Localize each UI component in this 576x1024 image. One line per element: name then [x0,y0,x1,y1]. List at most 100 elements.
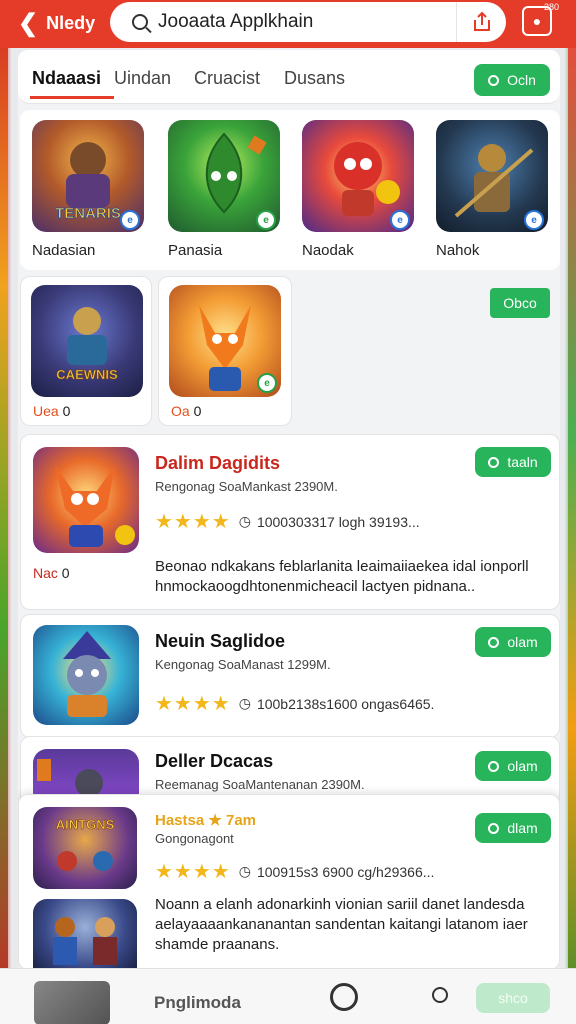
list-item-1[interactable]: Nac 0 Dalim Dagidits Rengonag SoaMankast… [20,434,560,610]
grid-card-6[interactable]: e Oa 0 [158,276,292,426]
army-art-icon: AINTGNS [56,817,115,871]
list-item-4-button-label: dlam [507,820,538,836]
back-label: Nledy [46,12,96,33]
game-tile-4-name[interactable]: Nahok [436,242,479,259]
list-item-2-rating: ★★★★ ◷ 100b2138s1600 ongas6465. [155,691,434,716]
game-tile-3-image[interactable]: e [302,120,414,232]
clock-icon: ◷ [238,695,251,711]
list-item-1-description: Beonao ndkakans feblarlanita leaimaiiaek… [155,558,529,595]
list-item-1-subtitle: Rengonag SoaMankast 2390M. [155,479,338,494]
tab-3[interactable]: Cruacist [194,68,260,89]
download-icon [488,456,500,468]
wizard-cat-icon [63,631,111,717]
list-item-1-rating: ★★★★ ◷ 1000303317 logh 39193... [155,509,420,534]
bottom-label: Pnglimoda [154,993,241,1012]
heroes-group-icon [53,917,117,965]
bottom-action-label: shco [498,990,528,1006]
list-item-4-screenshot [33,899,137,969]
list-item-4-image: AINTGNS [33,807,137,889]
bottom-action-button[interactable]: shco [476,983,550,1013]
list-item-3-subtitle: Reemanag SoaMantenanan 2390M. [155,777,365,792]
bag-icon: ● [532,13,542,29]
list-item-3-button-label: olam [507,758,538,774]
bottom-bar: Pnglimoda shco [0,968,576,1024]
share-icon [473,11,490,31]
rating-stars-icon: ★★★★ [155,511,231,533]
tab-2[interactable]: Uindan [114,68,171,89]
tile-3-badge-icon: e [390,210,410,230]
grid-action-button[interactable]: Obco [490,288,550,318]
bottom-thumbnail[interactable] [34,981,110,1024]
search-value: Jooaata Applkhain [158,11,314,32]
tile-6-tag: Oa 0 [171,403,202,419]
game-tile-1-image[interactable]: TENARIS e [32,120,144,232]
back-arrow-icon: ❮ [18,9,39,37]
list-item-4-description: Noann a elanh adonarkinh vionian sariil … [155,896,528,953]
game-tile-1-name[interactable]: Nadasian [32,242,95,259]
list-item-4-art-text: AINTGNS [56,817,115,832]
top-bar: ❮ Nledy Jooaata Applkhain ● 280 [0,0,576,48]
game-tile-3-name[interactable]: Naodak [302,242,354,259]
list-item-1-button-label: taaln [507,454,538,470]
list-item-1-button[interactable]: taaln [475,447,551,477]
profile-icon[interactable] [432,987,448,1003]
list-item-3-button[interactable]: olam [475,751,551,781]
list-item-2[interactable]: Neuin Saglidoe Kengonag SoaManast 1299M.… [20,614,560,738]
list-item-1-image [33,447,139,553]
list-item-2-button-label: olam [507,634,538,650]
tabs-action-button[interactable]: Ocln [474,64,550,96]
download-icon [488,822,500,834]
tile-5-tag: Uea 0 [33,403,71,419]
clock-icon: ◷ [238,513,251,529]
list-item-2-button[interactable]: olam [475,627,551,657]
rating-stars-icon: ★★★★ [155,693,231,715]
list-item-4-rating-text: 100915s3 6900 cg/h29366... [256,863,435,880]
list-item-2-subtitle: Kengonag SoaManast 1299M. [155,657,331,672]
list-item-4[interactable]: AINTGNS Hastsa ★ 7am Gongonagont ★★★★ ◷ … [18,794,560,970]
tabs-action-label: Ocln [507,72,536,88]
tile-4-badge-icon: e [524,210,544,230]
right-edge-strip [568,40,576,1024]
game-tile-5-image: CAEWNIS [31,285,143,397]
game-tile-4-image[interactable]: e [436,120,548,232]
download-icon [488,74,500,86]
download-icon [488,760,500,772]
tile-1-badge-icon: e [120,210,140,230]
home-circle-icon[interactable] [330,983,358,1011]
featured-grid: TENARIS e Nadasian e Panasia e Naodak e … [20,110,560,270]
list-item-1-title: Dalim Dagidits [155,453,281,473]
tab-4[interactable]: Dusans [284,68,345,89]
search-input[interactable]: Jooaata Applkhain [110,2,506,42]
main-panel: Ndaaasi Uindan Cruacist Dusans Ocln TENA… [18,50,560,1024]
left-edge-strip [0,40,8,1024]
list-item-2-image [33,625,139,725]
grid-card-5[interactable]: CAEWNIS Uea 0 [20,276,152,426]
tile-5-art-text: CAEWNIS [56,367,118,382]
share-button[interactable] [456,2,506,42]
grid-action-label: Obco [503,295,537,311]
fox-warrior-icon [55,465,135,547]
tab-1[interactable]: Ndaaasi [32,68,101,89]
download-icon [488,636,500,648]
list-item-4-subtitle: Gongonagont [155,831,234,846]
list-item-3-title: Deller Dcacas [155,751,274,771]
list-item-1-rating-text: 1000303317 logh 39193... [256,513,420,530]
search-icon [132,14,148,30]
clock-icon: ◷ [238,863,251,879]
tile-6-badge-icon: e [257,373,277,393]
game-tile-2-image[interactable]: e [168,120,280,232]
tile-2-badge-icon: e [256,210,276,230]
rating-stars-icon: ★★★★ [155,861,231,883]
store-badge: 280 [544,2,560,12]
list-item-1-tag: Nac 0 [33,565,70,581]
back-button[interactable]: ❮ Nledy [18,8,98,38]
game-tile-6-image: e [169,285,281,397]
tab-bar: Ndaaasi Uindan Cruacist Dusans Ocln [18,50,560,104]
list-item-4-title: Hastsa ★ 7am [155,812,257,829]
tile-1-art-text: TENARIS [55,205,121,222]
game-tile-2-name[interactable]: Panasia [168,242,222,259]
list-item-2-title: Neuin Saglidoe [155,631,286,651]
active-tab-indicator [30,96,114,99]
list-item-2-rating-text: 100b2138s1600 ongas6465. [256,695,435,712]
list-item-4-button[interactable]: dlam [475,813,551,843]
